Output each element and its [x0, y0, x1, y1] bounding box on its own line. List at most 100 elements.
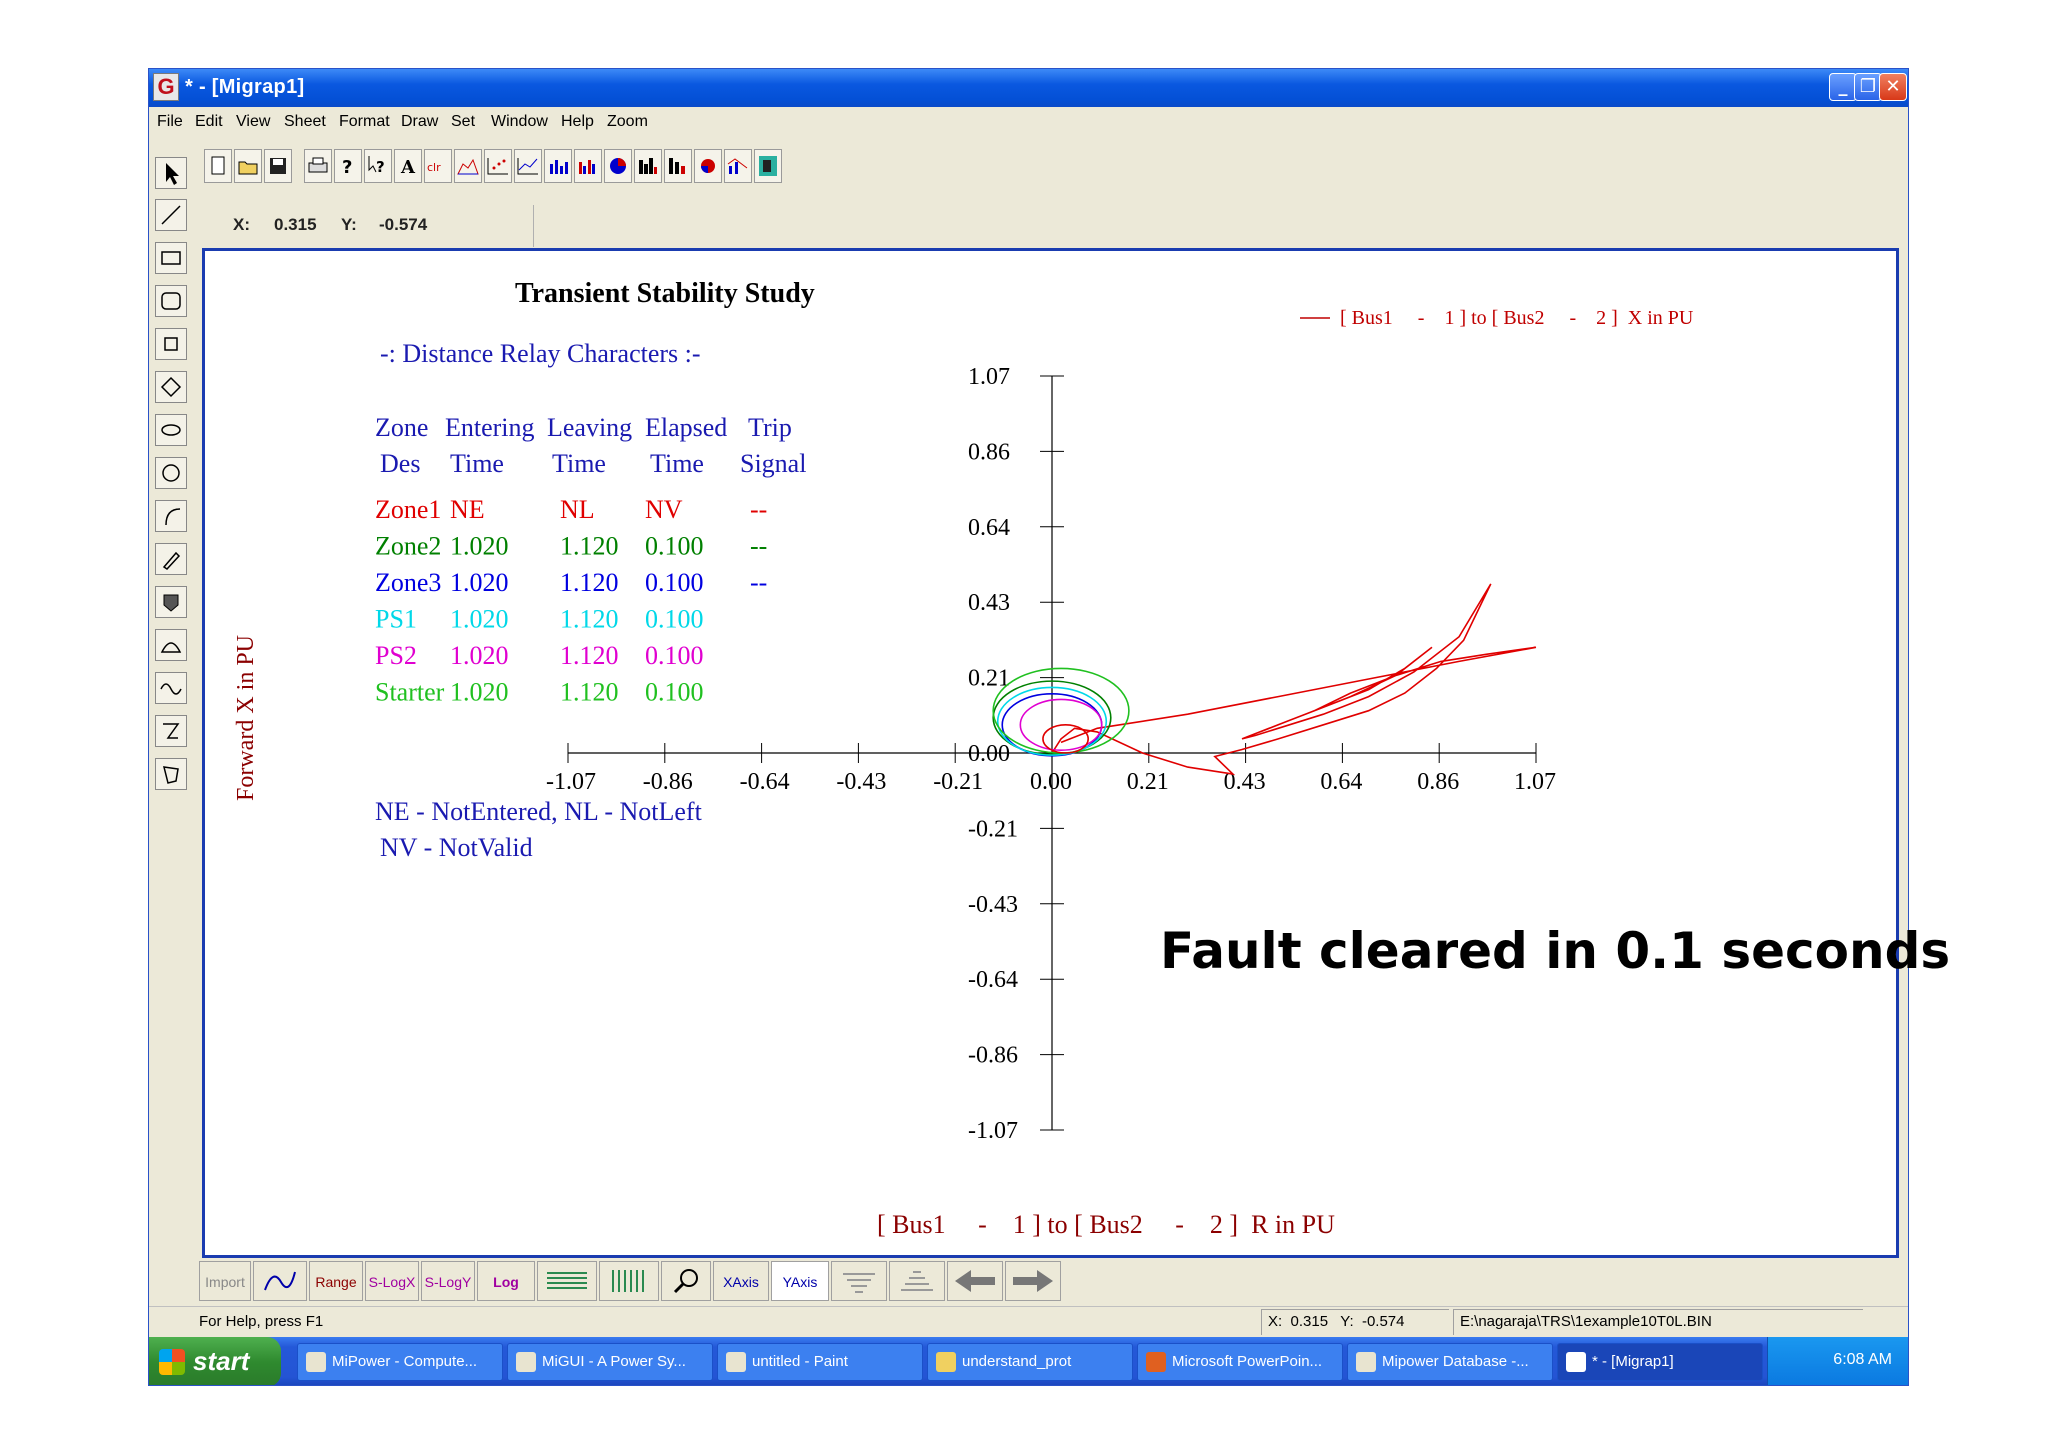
- rectangle-tool-icon[interactable]: [155, 242, 187, 274]
- scatter-chart-icon[interactable]: [484, 149, 512, 183]
- text-tool-icon[interactable]: A: [394, 149, 422, 183]
- print-icon[interactable]: [304, 149, 332, 183]
- semilog-x-button[interactable]: S-LogX: [365, 1261, 419, 1301]
- range-button[interactable]: Range: [309, 1261, 363, 1301]
- ellipse-tool-icon[interactable]: [155, 414, 187, 446]
- y-axis-button[interactable]: YAxis: [771, 1261, 829, 1301]
- folder-icon: [936, 1352, 956, 1372]
- close-button[interactable]: ✕: [1879, 73, 1907, 101]
- chord-tool-icon[interactable]: [155, 629, 187, 661]
- menu-zoom[interactable]: Zoom: [607, 113, 648, 131]
- powerpoint-icon: [1146, 1352, 1166, 1372]
- plot-title: Transient Stability Study: [515, 278, 815, 309]
- task-powerpoint[interactable]: Microsoft PowerPoin...: [1137, 1343, 1343, 1381]
- diamond-tool-icon[interactable]: [155, 371, 187, 403]
- semilog-y-button[interactable]: S-LogY: [421, 1261, 475, 1301]
- x-axis-button[interactable]: XAxis: [713, 1261, 769, 1301]
- clock[interactable]: 6:08 AM: [1833, 1351, 1892, 1369]
- hdr-trip: Trip: [748, 413, 792, 442]
- x-tick-label: -0.43: [836, 769, 886, 795]
- restore-button[interactable]: ❐: [1854, 73, 1882, 101]
- menu-window[interactable]: Window: [491, 113, 548, 131]
- windows-taskbar: start MiPower - Compute... MiGUI - A Pow…: [149, 1337, 1908, 1385]
- task-folder[interactable]: understand_prot: [927, 1343, 1133, 1381]
- rounded-rect-tool-icon[interactable]: [155, 285, 187, 317]
- sort-descending-icon[interactable]: [831, 1261, 887, 1301]
- app-icon[interactable]: G: [153, 73, 179, 101]
- task-paint[interactable]: untitled - Paint: [717, 1343, 923, 1381]
- menu-draw[interactable]: Draw: [401, 113, 438, 131]
- polygon-tool-icon[interactable]: [155, 758, 187, 790]
- scroll-right-arrow-icon[interactable]: [1005, 1261, 1061, 1301]
- context-help-icon[interactable]: ?: [364, 149, 392, 183]
- menu-help[interactable]: Help: [561, 113, 594, 131]
- color-icon[interactable]: clr: [424, 149, 452, 183]
- plot-area[interactable]: Transient Stability Study [ Bus1 - 1 ] t…: [202, 248, 1899, 1258]
- grouped-bar-icon[interactable]: [574, 149, 602, 183]
- svg-text:clr: clr: [427, 161, 441, 174]
- start-button[interactable]: start: [149, 1337, 281, 1385]
- y-coord-label: Y:: [341, 215, 357, 234]
- line-chart-icon[interactable]: [514, 149, 542, 183]
- svg-text:?: ?: [342, 157, 352, 178]
- open-folder-icon[interactable]: [234, 149, 262, 183]
- polyline-tool-icon[interactable]: [155, 715, 187, 747]
- line-tool-icon[interactable]: [155, 199, 187, 231]
- scroll-left-arrow-icon[interactable]: [947, 1261, 1003, 1301]
- y-tick-label: 0.64: [968, 515, 1010, 541]
- relay-row-zone2-col2: 1.120: [560, 532, 619, 561]
- zoom-icon[interactable]: [661, 1261, 711, 1301]
- menu-file[interactable]: File: [157, 113, 183, 131]
- area-chart-icon[interactable]: [454, 149, 482, 183]
- task-mipower-db[interactable]: Mipower Database -...: [1347, 1343, 1553, 1381]
- histogram-icon[interactable]: [634, 149, 662, 183]
- title-bar[interactable]: G * - [Migrap1] _ ❐ ✕: [149, 69, 1908, 107]
- relay-row-zone1-col3: NV: [645, 495, 683, 524]
- bar-chart-icon[interactable]: [544, 149, 572, 183]
- save-icon[interactable]: [264, 149, 292, 183]
- x-tick-label: -1.07: [546, 769, 596, 795]
- fill-tool-icon[interactable]: [155, 586, 187, 618]
- pointer-tool-icon[interactable]: [155, 157, 187, 189]
- menu-set[interactable]: Set: [451, 113, 475, 131]
- log-button[interactable]: Log: [477, 1261, 535, 1301]
- hdr-signal: Signal: [740, 449, 806, 478]
- hdr-leaving: Leaving: [547, 413, 632, 442]
- x-tick-label: 0.21: [1127, 769, 1169, 795]
- menu-view[interactable]: View: [236, 113, 270, 131]
- stacked-bar-icon[interactable]: [664, 149, 692, 183]
- help-icon[interactable]: ?: [334, 149, 362, 183]
- status-help-text: For Help, press F1: [199, 1313, 324, 1330]
- relay-row-zone1-col2: NL: [560, 495, 595, 524]
- arc-tool-icon[interactable]: [155, 500, 187, 532]
- menu-edit[interactable]: Edit: [195, 113, 223, 131]
- task-migui[interactable]: MiGUI - A Power Sy...: [507, 1343, 713, 1381]
- relay-row-zone2-col0: Zone2: [375, 532, 441, 561]
- fault-cleared-annotation: Fault cleared in 0.1 seconds: [1160, 922, 1951, 980]
- relay-row-ps1-col3: 0.100: [645, 605, 704, 634]
- menu-sheet[interactable]: Sheet: [284, 113, 326, 131]
- svg-text:?: ?: [376, 158, 385, 176]
- sort-ascending-icon[interactable]: [889, 1261, 945, 1301]
- curve-fit-icon[interactable]: [253, 1261, 307, 1301]
- plot-canvas[interactable]: Transient Stability Study [ Bus1 - 1 ] t…: [205, 251, 1896, 1255]
- vertical-grid-icon[interactable]: [599, 1261, 659, 1301]
- legend-color-icon[interactable]: [754, 149, 782, 183]
- curve-tool-icon[interactable]: [155, 672, 187, 704]
- pie-chart-icon[interactable]: [604, 149, 632, 183]
- combo-chart-icon[interactable]: [724, 149, 752, 183]
- hdr-zone: Zone: [375, 413, 428, 442]
- import-button[interactable]: Import: [199, 1261, 251, 1301]
- task-mipower[interactable]: MiPower - Compute...: [297, 1343, 503, 1381]
- minimize-button[interactable]: _: [1829, 73, 1857, 101]
- task-migrap[interactable]: * - [Migrap1]: [1557, 1343, 1763, 1381]
- circle-tool-icon[interactable]: [155, 457, 187, 489]
- horizontal-grid-icon[interactable]: [537, 1261, 597, 1301]
- new-file-icon[interactable]: [204, 149, 232, 183]
- pencil-tool-icon[interactable]: [155, 543, 187, 575]
- 3d-pie-icon[interactable]: [694, 149, 722, 183]
- x-coord-value: 0.315: [274, 215, 317, 234]
- cursor-coordinates: X: 0.315 Y: -0.574: [199, 205, 534, 247]
- menu-format[interactable]: Format: [339, 113, 390, 131]
- square-tool-icon[interactable]: [155, 328, 187, 360]
